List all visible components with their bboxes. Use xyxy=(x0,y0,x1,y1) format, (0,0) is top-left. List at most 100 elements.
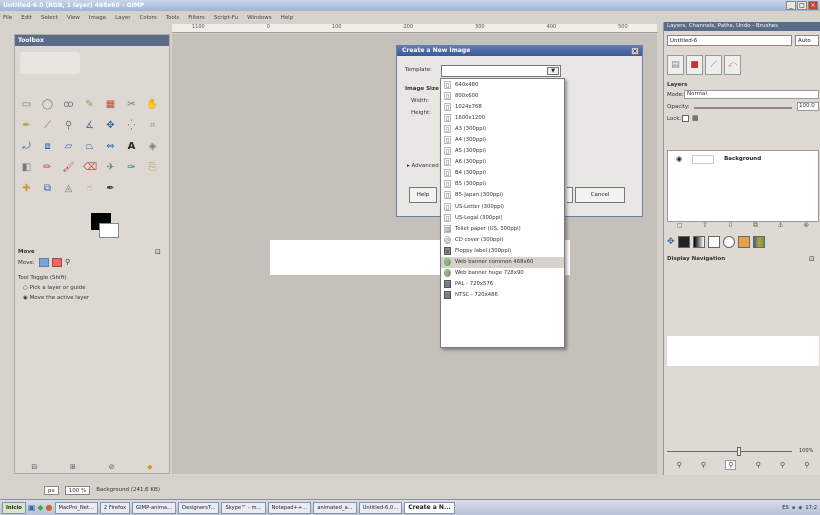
template-option[interactable]: ▯ B5 (300ppi) xyxy=(441,179,564,190)
template-option[interactable]: ▯ B4 (300ppi) xyxy=(441,168,564,179)
color-select-icon[interactable]: ▦ xyxy=(104,98,117,111)
menu-layer[interactable]: Layer xyxy=(115,15,130,21)
template-option[interactable]: ▯ A6 (300ppi) xyxy=(441,157,564,168)
text-icon[interactable]: A xyxy=(125,140,138,153)
template-option[interactable]: ◎ CD cover (300ppi) xyxy=(441,234,564,245)
bucket-fill-icon[interactable]: ◈ xyxy=(146,140,159,153)
unit-select[interactable]: px xyxy=(44,485,59,495)
anchor-layer-icon[interactable]: ⚓ xyxy=(778,221,784,229)
flip-icon[interactable]: ⇔ xyxy=(104,140,117,153)
menu-edit[interactable]: Edit xyxy=(21,15,32,21)
smudge-icon[interactable]: ☝ xyxy=(83,182,96,195)
template-option[interactable]: ◍ Web banner huge 728x90 xyxy=(441,268,564,279)
fuzzy-select-icon[interactable]: ✎ xyxy=(83,98,96,111)
menu-windows[interactable]: Windows xyxy=(247,15,272,21)
network-icon[interactable]: ▪ xyxy=(792,505,796,511)
channels-tab-icon[interactable]: ■ xyxy=(686,55,703,75)
brush-icon[interactable] xyxy=(722,236,735,248)
menu-tools[interactable]: Tools xyxy=(166,15,180,21)
cancel-button[interactable]: Cancel xyxy=(575,187,625,203)
shear-icon[interactable]: ▱ xyxy=(62,140,75,153)
move-icon[interactable]: ✥ xyxy=(667,237,675,247)
chevron-down-icon[interactable]: ▼ xyxy=(547,67,559,75)
scissors-icon[interactable]: ✂ xyxy=(125,98,138,111)
paths-tab-icon[interactable]: ⟋ xyxy=(705,55,722,75)
menu-file[interactable]: File xyxy=(3,15,12,21)
zoom-slider-handle[interactable] xyxy=(737,447,741,456)
dodge-icon[interactable]: ✒ xyxy=(104,182,117,195)
crop-icon[interactable]: ⌗ xyxy=(146,119,159,132)
background-color[interactable] xyxy=(99,223,119,238)
taskbar-item[interactable]: DesignersT... xyxy=(178,501,220,514)
template-option[interactable]: ▯ A4 (300ppi) xyxy=(441,134,564,145)
taskbar-item[interactable]: Notepad++... xyxy=(267,501,312,514)
image-select-combo[interactable]: Untitled-6 xyxy=(667,35,792,46)
lower-layer-icon[interactable]: ⇩ xyxy=(728,221,734,229)
auto-button[interactable]: Auto xyxy=(795,35,819,46)
quicklaunch-desktop-icon[interactable]: ▣ xyxy=(28,503,36,512)
ellipse-select-icon[interactable]: ◯ xyxy=(41,98,54,111)
volume-icon[interactable]: ◆ xyxy=(798,505,802,511)
zoom-fit-icon[interactable]: ⚲ xyxy=(756,461,761,469)
tool-options-menu-icon[interactable]: ⊡ xyxy=(155,248,161,256)
menu-image[interactable]: Image xyxy=(89,15,106,21)
template-option[interactable]: ▯ 640x480 xyxy=(441,79,564,90)
radio-move-active-layer[interactable]: ◉ Move the active layer xyxy=(23,295,89,301)
palette-icon[interactable] xyxy=(752,236,765,248)
menu-script-fu[interactable]: Script-Fu xyxy=(214,15,238,21)
template-option[interactable]: ▯ US-Legal (300ppi) xyxy=(441,212,564,223)
language-indicator[interactable]: ES xyxy=(782,505,789,511)
ink-icon[interactable]: ✑ xyxy=(125,161,138,174)
perspective-clone-icon[interactable]: ⧉ xyxy=(41,182,54,195)
pattern-icon[interactable] xyxy=(737,236,750,248)
blur-icon[interactable]: ◬ xyxy=(62,182,75,195)
ok-button[interactable] xyxy=(567,187,573,203)
zoom-100-icon[interactable]: ⚲ xyxy=(725,460,737,470)
measure-icon[interactable]: ∡ xyxy=(83,119,96,132)
zoom-icon[interactable]: ⚲ xyxy=(62,119,75,132)
quicklaunch-firefox-icon[interactable]: ● xyxy=(46,503,53,512)
template-option[interactable]: ▯ 1024x768 xyxy=(441,101,564,112)
dialog-close-icon[interactable]: × xyxy=(631,47,639,55)
start-button[interactable]: Inicio xyxy=(2,501,26,514)
lasso-icon[interactable]: ꝏ xyxy=(62,98,75,111)
zoom-out-icon[interactable]: ⚲ xyxy=(677,461,682,469)
layers-tab-icon[interactable]: ▤ xyxy=(667,55,684,75)
layer-row[interactable]: ◉ Background xyxy=(668,153,818,165)
gradient-icon[interactable] xyxy=(692,236,705,248)
opacity-value[interactable]: 100.0 xyxy=(797,102,819,111)
template-option[interactable]: ▤ NTSC - 720x486 xyxy=(441,290,564,301)
template-combo[interactable]: ▼ xyxy=(441,65,561,77)
opacity-slider[interactable] xyxy=(694,107,792,109)
new-layer-icon[interactable]: ◻ xyxy=(677,221,683,229)
move-layer-icon[interactable] xyxy=(39,258,49,267)
menu-help[interactable]: Help xyxy=(281,15,294,21)
menu-colors[interactable]: Colors xyxy=(139,15,156,21)
template-option[interactable]: ▯ B5-Japan (300ppi) xyxy=(441,190,564,201)
foreground-select-icon[interactable]: ✋ xyxy=(146,98,159,111)
restore-options-icon[interactable]: ⊞ xyxy=(70,463,76,471)
paintbrush-icon[interactable]: 🖌 xyxy=(62,161,75,174)
move-path-icon[interactable]: ⚲ xyxy=(65,258,70,266)
save-options-icon[interactable]: ⊟ xyxy=(31,463,37,471)
quicklaunch-gimp-icon[interactable]: ◆ xyxy=(37,503,43,512)
move-icon[interactable]: ✥ xyxy=(104,119,117,132)
menu-select[interactable]: Select xyxy=(41,15,58,21)
zoom-in-icon[interactable]: ⚲ xyxy=(701,461,706,469)
reset-options-icon[interactable]: ◆ xyxy=(147,463,152,471)
airbrush-icon[interactable]: ✈ xyxy=(104,161,117,174)
template-option[interactable]: ▯ US-Letter (300ppi) xyxy=(441,201,564,212)
taskbar-item[interactable]: Untitled-6.0... xyxy=(358,501,403,514)
swatch-white[interactable] xyxy=(707,236,720,248)
paths-icon[interactable]: ✒ xyxy=(20,119,33,132)
shrink-wrap-icon[interactable]: ⚲ xyxy=(804,461,809,469)
zoom-slider[interactable]: 100% xyxy=(667,447,819,457)
help-button[interactable]: Help xyxy=(409,187,437,203)
color-picker-icon[interactable]: ⟋ xyxy=(41,119,54,132)
template-option-selected[interactable]: ◍ Web banner common 468x60 xyxy=(441,256,564,268)
delete-layer-icon[interactable]: ⊗ xyxy=(803,221,809,229)
delete-options-icon[interactable]: ⊘ xyxy=(109,463,115,471)
template-option[interactable]: ▤ PAL - 720x576 xyxy=(441,279,564,290)
taskbar-item[interactable]: 2 Firefox xyxy=(99,501,131,514)
menu-filters[interactable]: Filters xyxy=(188,15,205,21)
